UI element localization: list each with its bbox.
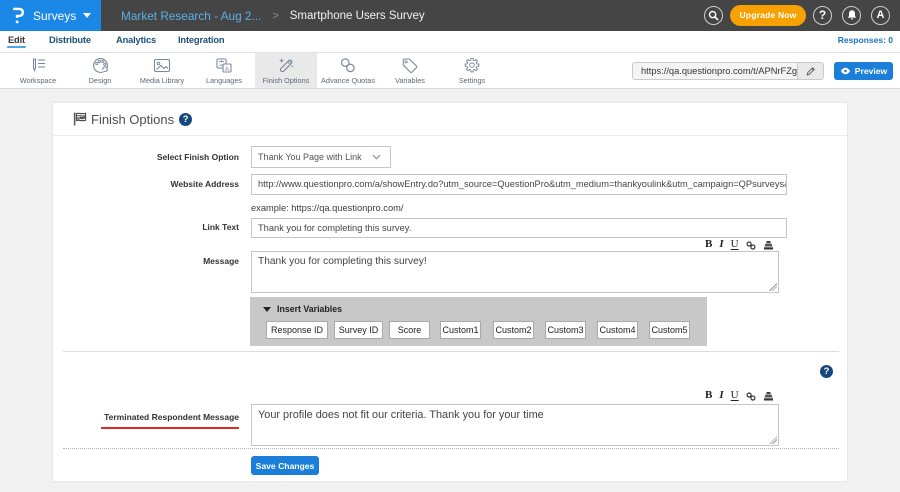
svg-text:A: A	[225, 65, 230, 72]
